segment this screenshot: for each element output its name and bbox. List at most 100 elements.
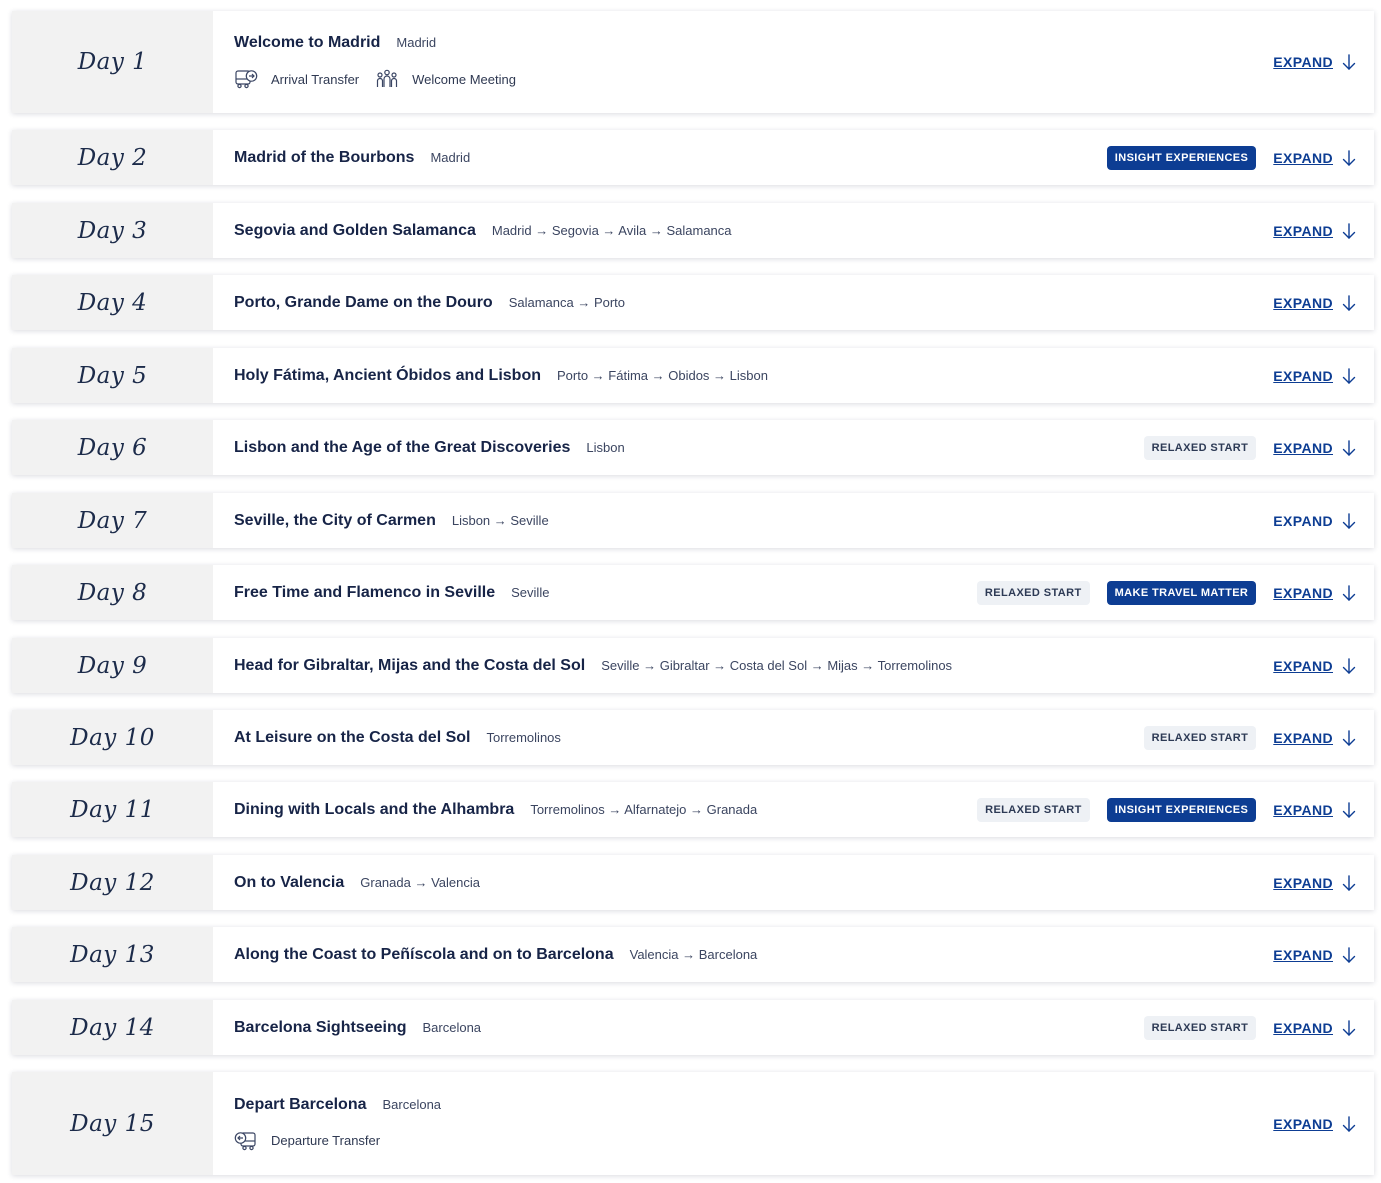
day-content: Along the Coast to Peñíscola and on to B… [213,927,1374,982]
day-actions: RELAXED START EXPAND [1143,435,1356,460]
day-actions: EXPAND [1273,295,1356,311]
bus-icon [234,68,258,90]
day-card: Day 11 Dining with Locals and the Alhambr… [12,782,1374,837]
arrow-down-icon [1342,367,1356,384]
arrow-down-icon [1342,874,1356,891]
arrow-down-icon [1342,54,1356,70]
relaxed-start-badge: RELAXED START [1143,725,1257,750]
day-route: Madrid [396,35,437,50]
relaxed-start-badge: RELAXED START [1143,435,1257,460]
day-number-panel: Day 2 [12,130,213,185]
expand-label: EXPAND [1273,801,1333,818]
day-number: Day 8 [77,579,148,606]
title-line: Porto, Grande Dame on the Douro Salamanca… [234,294,1356,312]
day-route: Seville [511,584,550,600]
day-number-panel: Day 5 [12,348,213,403]
day-number-panel: Day 12 [12,855,213,910]
expand-button[interactable]: EXPAND [1273,223,1356,239]
day-number-panel: Day 3 [12,203,213,258]
day-route: Barcelona [422,1019,482,1035]
expand-label: EXPAND [1273,874,1333,891]
day-actions: EXPAND [1273,947,1356,963]
arrow-down-icon [1342,946,1356,963]
day-title: Dining with Locals and the Alhambra [234,800,515,818]
day-title: Barcelona Sightseeing [234,1018,407,1036]
day-number: Day 3 [77,217,148,244]
day-actions: RELAXED START INSIGHT EXPERIENCES EXPAND [977,797,1356,822]
relaxed-start-badge: RELAXED START [1143,1015,1257,1040]
title-line: Segovia and Golden Salamanca Madrid → Seg… [234,222,1356,240]
expand-button[interactable]: EXPAND [1273,295,1356,311]
day-actions: RELAXED START EXPAND [1143,725,1356,750]
day-content: On to Valencia Granada → Valencia EXPAND [213,855,1374,910]
day-route: Lisbon [586,439,625,455]
expand-label: EXPAND [1273,54,1333,70]
day-number: Day 4 [77,289,148,316]
day-card: Day 4 Porto, Grande Dame on the Douro Sala… [12,275,1374,330]
arrow-down-icon [1342,439,1356,456]
day-content: Segovia and Golden Salamanca Madrid → Seg… [213,203,1374,258]
day-number: Day 6 [77,434,148,461]
day-title: Head for Gibraltar, Mijas and the Costa … [234,656,586,674]
day-card: Day 9 Head for Gibraltar, Mijas and the C… [12,638,1374,693]
expand-button[interactable]: EXPAND [1273,802,1356,818]
expand-button[interactable]: EXPAND [1273,947,1356,963]
expand-button[interactable]: EXPAND [1273,1116,1356,1132]
day-number: Day 11 [70,796,155,823]
expand-button[interactable]: EXPAND [1273,730,1356,746]
day-title: Porto, Grande Dame on the Douro [234,293,493,311]
day-route: Madrid → Segovia → Avila → Salamanca [491,222,732,238]
expand-label: EXPAND [1273,657,1333,674]
expand-button[interactable]: EXPAND [1273,54,1356,70]
day-number: Day 2 [77,144,148,171]
arrow-down-icon [1342,1019,1356,1036]
experience-badge: INSIGHT EXPERIENCES [1106,797,1257,822]
day-route: Salamanca → Porto [508,294,626,310]
experience-badge: INSIGHT EXPERIENCES [1106,145,1257,170]
title-line: Seville, the City of Carmen Lisbon → Sevi… [234,512,1356,530]
title-line: Welcome to Madrid Madrid [234,34,1356,52]
day-route: Madrid [430,149,471,165]
title-line: Head for Gibraltar, Mijas and the Costa … [234,657,1356,675]
arrow-down-icon [1342,1115,1356,1132]
day-number-panel: Day 14 [12,1000,213,1055]
day-number: Day 15 [70,1110,155,1137]
day-title: Free Time and Flamenco in Seville [234,583,496,601]
day-number: Day 9 [77,652,148,679]
expand-button[interactable]: EXPAND [1273,585,1356,601]
day-number-panel: Day 11 [12,782,213,837]
day-actions: RELAXED START EXPAND [1143,1015,1356,1040]
day-number-panel: Day 10 [12,710,213,765]
title-line: Depart Barcelona Barcelona [234,1096,1356,1114]
experience-badge: MAKE TRAVEL MATTER [1106,580,1257,605]
expand-button[interactable]: EXPAND [1273,368,1356,384]
feature-item: Departure Transfer [234,1130,380,1152]
expand-label: EXPAND [1273,149,1333,166]
expand-button[interactable]: EXPAND [1273,1020,1356,1036]
expand-button[interactable]: EXPAND [1273,150,1356,166]
day-number-panel: Day 13 [12,927,213,982]
day-content: Free Time and Flamenco in Seville Seville… [213,565,1374,620]
expand-button[interactable]: EXPAND [1273,658,1356,674]
expand-button[interactable]: EXPAND [1273,875,1356,891]
day-card: Day 2 Madrid of the Bourbons Madrid INSIGHT… [12,130,1374,185]
arrow-down-icon [1342,729,1356,746]
expand-button[interactable]: EXPAND [1273,513,1356,529]
expand-label: EXPAND [1273,367,1333,384]
day-content: Holy Fátima, Ancient Óbidos and Lisbon Po… [213,348,1374,403]
day-route: Granada → Valencia [360,874,480,890]
day-number: Day 13 [70,941,155,968]
day-title: Along the Coast to Peñíscola and on to B… [234,945,614,963]
day-number: Day 14 [70,1014,155,1041]
day-number-panel: Day 8 [12,565,213,620]
day-title: Seville, the City of Carmen [234,511,436,529]
day-card: Day 15 Depart Barcelona Barcelona Departure… [12,1072,1374,1175]
day-route: Lisbon → Seville [451,512,549,528]
day-actions: EXPAND [1273,223,1356,239]
relaxed-start-badge: RELAXED START [977,797,1090,822]
expand-label: EXPAND [1273,222,1333,239]
day-content: Depart Barcelona Barcelona Departure Trans… [213,1072,1374,1175]
arrow-down-icon [1342,584,1356,601]
expand-button[interactable]: EXPAND [1273,440,1356,456]
day-number: Day 12 [70,869,155,896]
